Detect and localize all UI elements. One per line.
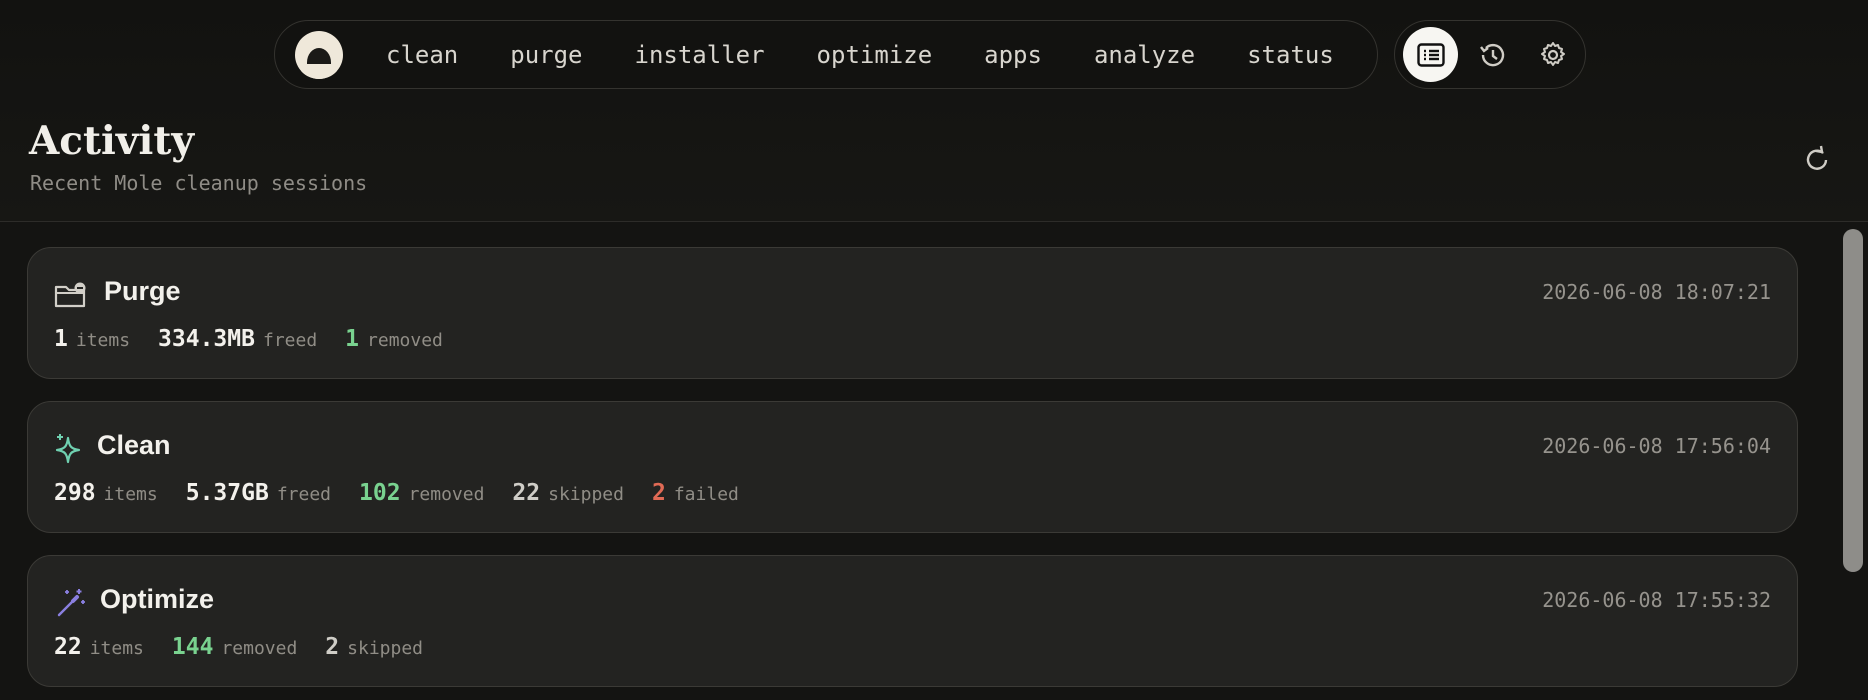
- session-timestamp: 2026-06-08 18:07:21: [1542, 280, 1771, 304]
- nav-item-clean[interactable]: clean: [360, 41, 484, 69]
- stat-label: skipped: [548, 484, 624, 505]
- session-stats: 1 items 334.3MB freed 1 removed: [54, 326, 471, 352]
- session-timestamp: 2026-06-08 17:56:04: [1542, 434, 1771, 458]
- stat-value: 2: [325, 634, 340, 660]
- sparkles-icon: [55, 434, 81, 464]
- history-icon: [1479, 43, 1504, 66]
- stat-skipped: 22 skipped: [512, 480, 624, 506]
- stat-value: 334.3MB: [158, 326, 255, 352]
- stat-freed: 5.37GB freed: [186, 480, 331, 506]
- stat-value: 22: [512, 480, 541, 506]
- stat-items: 1 items: [54, 326, 130, 352]
- stat-items: 298 items: [54, 480, 158, 506]
- stat-label: removed: [367, 330, 443, 351]
- settings-button[interactable]: [1525, 27, 1580, 82]
- nav-item-analyze[interactable]: analyze: [1068, 41, 1221, 69]
- stat-value: 298: [54, 480, 96, 506]
- session-card-purge[interactable]: Purge 2026-06-08 18:07:21 1 items 334.3MB…: [27, 247, 1798, 379]
- refresh-icon: [1806, 145, 1828, 170]
- stat-label: freed: [276, 484, 332, 505]
- nav-item-status[interactable]: status: [1221, 41, 1360, 69]
- session-title: Clean: [97, 430, 171, 460]
- stat-value: 5.37GB: [185, 480, 269, 506]
- stat-value: 2: [651, 480, 666, 506]
- main-nav: clean purge installer optimize apps anal…: [274, 20, 1378, 89]
- page-title: Activity: [29, 118, 194, 164]
- mole-logo-icon[interactable]: [295, 30, 343, 79]
- session-card-clean[interactable]: Clean 2026-06-08 17:56:04 298 items 5.37G…: [27, 401, 1798, 533]
- stat-items: 22 items: [54, 634, 144, 660]
- session-stats: 22 items 144 removed 2 skipped: [54, 634, 451, 660]
- stat-removed: 102 removed: [359, 480, 484, 506]
- stat-value: 22: [54, 634, 82, 660]
- nav-item-purge[interactable]: purge: [484, 41, 608, 69]
- stat-value: 1: [345, 326, 360, 352]
- stat-removed: 1 removed: [345, 326, 443, 352]
- scrollbar-thumb[interactable]: [1843, 229, 1863, 572]
- session-title: Optimize: [100, 584, 215, 614]
- stat-label: items: [75, 330, 131, 351]
- stat-value: 144: [171, 634, 214, 660]
- stat-label: freed: [262, 330, 318, 351]
- nav-item-installer[interactable]: installer: [609, 41, 791, 69]
- stat-removed: 144 removed: [172, 634, 297, 660]
- stat-value: 102: [359, 480, 401, 506]
- session-card-optimize[interactable]: Optimize 2026-06-08 17:55:32 22 items 144…: [27, 555, 1798, 687]
- nav-item-optimize[interactable]: optimize: [791, 41, 959, 69]
- session-title: Purge: [104, 276, 181, 306]
- stat-freed: 334.3MB freed: [158, 326, 317, 352]
- scrollbar[interactable]: [1842, 226, 1864, 700]
- session-stats: 298 items 5.37GB freed 102 removed 22 skippe…: [54, 480, 767, 506]
- history-button[interactable]: [1464, 27, 1519, 82]
- activity-button[interactable]: [1403, 27, 1458, 82]
- stat-label: removed: [408, 484, 485, 505]
- stat-label: items: [103, 484, 158, 505]
- top-bar: clean purge installer optimize apps anal…: [0, 0, 1868, 222]
- stat-failed: 2 failed: [652, 480, 739, 506]
- stat-label: items: [89, 638, 144, 659]
- session-timestamp: 2026-06-08 17:55:32: [1542, 588, 1771, 612]
- nav-item-apps[interactable]: apps: [958, 41, 1068, 69]
- activity-list-icon: [1416, 42, 1445, 67]
- stat-value: 1: [54, 326, 68, 352]
- page-subtitle: Recent Mole cleanup sessions: [30, 171, 368, 195]
- stat-label: skipped: [347, 638, 424, 659]
- settings-gear-icon: [1540, 41, 1565, 66]
- stat-label: failed: [673, 484, 739, 505]
- stat-skipped: 2 skipped: [325, 634, 423, 660]
- refresh-button[interactable]: [1800, 142, 1834, 176]
- tool-group: [1394, 20, 1586, 89]
- stat-label: removed: [221, 638, 298, 659]
- magic-wand-icon: [57, 589, 85, 617]
- folder-minus-icon: [54, 282, 86, 308]
